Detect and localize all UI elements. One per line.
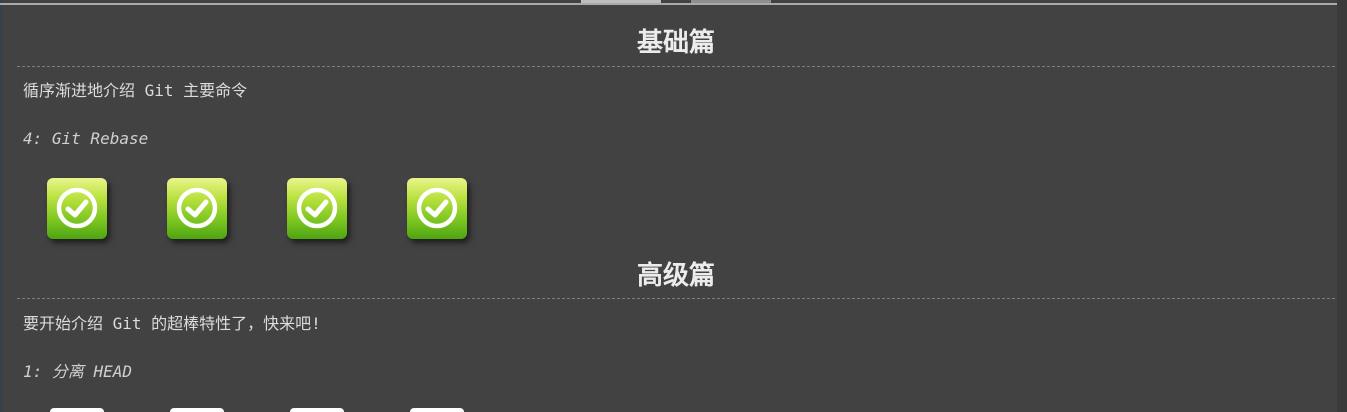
check-circle-icon (56, 187, 98, 229)
level-button-pending[interactable] (50, 408, 104, 412)
window-left-edge (0, 0, 3, 412)
section-intro-basic: 循序渐进地介绍 Git 主要命令 (23, 81, 248, 100)
level-button-pending[interactable] (170, 408, 224, 412)
section-title-basic: 基础篇 (636, 28, 715, 58)
level-button-pending[interactable] (290, 408, 344, 412)
section-divider-basic (17, 66, 1335, 67)
section-intro-advanced: 要开始介绍 Git 的超棒特性了，快来吧! (23, 314, 321, 333)
top-tab-indicator-1[interactable] (581, 0, 661, 3)
section-title-advanced: 高级篇 (636, 261, 715, 291)
level-list-advanced (47, 408, 487, 412)
level-button-completed[interactable] (47, 178, 107, 239)
level-button-completed[interactable] (407, 178, 467, 239)
section-divider-advanced (17, 298, 1335, 299)
top-tab-indicator-2[interactable] (691, 0, 771, 3)
level-button-pending[interactable] (410, 408, 464, 412)
level-button-completed[interactable] (167, 178, 227, 239)
current-level-title-advanced: 1: 分离 HEAD (23, 362, 133, 381)
check-circle-icon (416, 187, 458, 229)
check-circle-icon (296, 187, 338, 229)
level-button-completed[interactable] (287, 178, 347, 239)
current-level-title-basic: 4: Git Rebase (23, 129, 149, 148)
scrollbar-track[interactable] (1337, 0, 1347, 412)
top-border (0, 3, 1347, 5)
check-circle-icon (176, 187, 218, 229)
level-list-basic (47, 178, 487, 239)
